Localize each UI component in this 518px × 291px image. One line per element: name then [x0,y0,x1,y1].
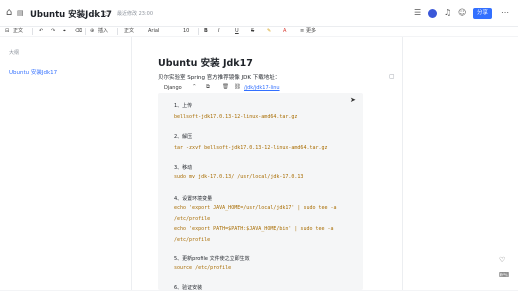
link-icon[interactable]: ⛓ [234,84,241,90]
right-floating-tools: ♡ ⌨ [496,254,510,284]
separator [198,28,199,35]
list-icon[interactable]: ≡ [300,27,304,36]
format-toolbar: ⊟ 正文 ↶ ↷ ⌖ ⌫ ⊕ 插入 正文 Arial 10 B I U S ✎ … [0,27,518,36]
toolbar-menu-icon[interactable]: ⊟ [5,27,9,36]
clear-format-icon[interactable]: ⌫ [75,27,82,36]
code-line: echo 'export JAVA_HOME=/usr/local/jdk17'… [174,205,337,211]
font-size-select[interactable]: 10 [183,27,189,36]
code-line: /etc/profile [174,216,211,222]
format-painter-icon[interactable]: ⌖ [63,27,66,36]
strike-button[interactable]: S [251,27,254,36]
code-line: echo 'export PATH=$PATH:$JAVA_HOME/bin' … [174,226,334,232]
code-block-toolbar: Django ⌃ ⧉ 🗑 ⛓ /jdk/jdk17-linu [158,84,363,93]
avatar[interactable] [428,9,437,18]
code-comment-line: 3、移动 [174,165,193,171]
sidebar-toggle-icon[interactable]: ▤ [17,8,24,18]
code-line: bellsoft-jdk17.0.13-12-linux-amd64.tar.g… [174,114,298,120]
paragraph-style-select[interactable]: 正文 [124,27,134,36]
separator [117,28,118,35]
more-icon[interactable]: ⋯ [501,8,509,18]
saved-status: 最近修改 23:00 [117,11,153,17]
insert-label[interactable]: 插入 [98,27,108,36]
bold-button[interactable]: B [204,27,208,36]
redo-icon[interactable]: ↷ [51,27,55,36]
code-comment-line: 5、更新profile 文件使之立即生效 [174,256,250,262]
font-family-select[interactable]: Arial [148,27,159,36]
code-language-select[interactable]: Django [164,85,182,91]
menu-icon[interactable]: ☰ [414,8,421,18]
code-comment-line: 4、设置环境变量 [174,196,213,202]
code-line: source /etc/profile [174,265,232,271]
code-link[interactable]: /jdk/jdk17-linu [244,85,280,91]
document-title[interactable]: Ubuntu 安装Jdk17 [30,8,112,20]
separator [85,28,86,35]
user-add-icon[interactable]: ☺ [458,8,466,18]
code-line: sudo mv jdk-17.0.13/ /usr/local/jdk-17.0… [174,174,304,180]
code-line: /etc/profile [174,237,211,243]
page-title: Ubuntu 安装 Jdk17 [158,58,253,69]
help-icon[interactable]: ⌨ [499,271,509,279]
share-link-icon[interactable]: ⎋ [104,9,110,19]
home-icon[interactable]: ⌂ [6,8,12,18]
more-label[interactable]: 更多 [306,27,316,36]
italic-button[interactable]: I [218,27,219,36]
comment-icon[interactable]: ▢ [389,73,395,80]
cursor-icon: ➤ [350,96,356,104]
separator [32,28,33,35]
outline-item[interactable]: Ubuntu 安装Jdk17 [9,68,57,76]
outline-title: 大纲 [9,50,20,56]
code-comment-line: 1、上传 [174,103,193,109]
code-comment-line: 2、解压 [174,134,193,140]
bell-icon[interactable]: ♫ [444,8,451,18]
undo-icon[interactable]: ↶ [39,27,43,36]
insert-icon[interactable]: ⊕ [90,27,94,36]
code-line: tar -zxvf bellsoft-jdk17.0.13-12-linux-a… [174,145,328,151]
delete-icon[interactable]: 🗑 [222,84,229,90]
intro-text: 贝尔实验室 Spring 官方推荐镜像 JDK 下载地址： [158,75,281,81]
underline-button[interactable]: U [235,27,239,36]
font-color-icon[interactable]: A [283,27,286,36]
highlight-icon[interactable]: ✎ [267,27,271,36]
top-bar: ⌂ ▤ Ubuntu 安装Jdk17 ☆ ⎋ 最近修改 23:00 ☰ ♫ ☺ … [0,0,518,27]
star-icon[interactable]: ☆ [93,9,99,19]
copy-icon[interactable]: ⧉ [206,84,210,91]
feedback-icon[interactable]: ♡ [499,256,505,264]
share-button[interactable]: 分享 [473,8,492,19]
collapse-icon[interactable]: ⌃ [192,84,197,90]
body-style-label[interactable]: 正文 [13,27,23,36]
